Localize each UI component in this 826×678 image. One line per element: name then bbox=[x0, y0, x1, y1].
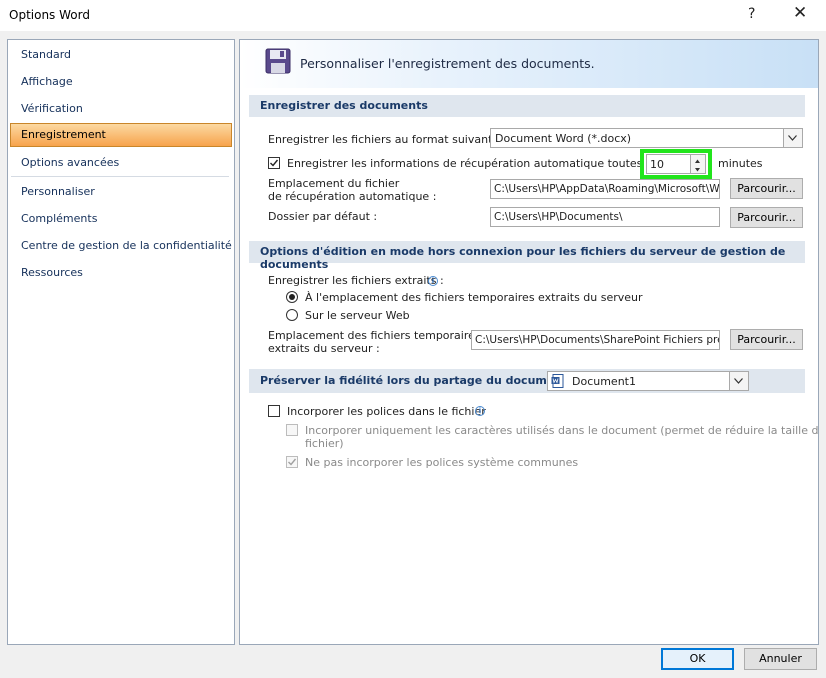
title-bar bbox=[0, 0, 826, 31]
checkmark-icon bbox=[288, 458, 297, 466]
drafts-location-label-2: extraits du serveur : bbox=[268, 342, 380, 355]
no-system-fonts-checkbox[interactable] bbox=[286, 456, 298, 468]
default-folder-value: C:\Users\HP\Documents\ bbox=[494, 211, 623, 223]
floppy-disk-icon bbox=[265, 48, 291, 74]
options-panel: Personnaliser l'enregistrement des docum… bbox=[239, 39, 819, 645]
embed-used-chars-label: Incorporer uniquement les caractères uti… bbox=[305, 424, 819, 437]
fidelity-document-value: Document1 bbox=[572, 375, 636, 388]
radio-web-server-label: Sur le serveur Web bbox=[305, 309, 410, 322]
sidebar-item-addins[interactable]: Compléments bbox=[21, 212, 97, 225]
help-icon[interactable]: ? bbox=[748, 6, 755, 22]
autorecover-label: Enregistrer les informations de récupéra… bbox=[287, 157, 662, 170]
autorecover-minutes-value: 10 bbox=[650, 158, 664, 171]
autorecover-location-input[interactable]: C:\Users\HP\AppData\Roaming\Microsoft\W bbox=[490, 179, 720, 199]
info-icon: i bbox=[428, 276, 438, 286]
section-title: Enregistrer des documents bbox=[260, 99, 428, 112]
banner-title: Personnaliser l'enregistrement des docum… bbox=[300, 56, 595, 71]
sidebar-divider bbox=[11, 176, 229, 177]
panel-banner: Personnaliser l'enregistrement des docum… bbox=[240, 40, 818, 88]
sidebar-item-customize[interactable]: Personnaliser bbox=[21, 185, 95, 198]
save-format-label: Enregistrer les fichiers au format suiva… bbox=[268, 133, 500, 146]
save-format-value: Document Word (*.docx) bbox=[495, 132, 632, 145]
info-icon: i bbox=[475, 406, 485, 416]
browse-default-folder-button[interactable]: Parcourir... bbox=[730, 207, 803, 228]
default-folder-input[interactable]: C:\Users\HP\Documents\ bbox=[490, 207, 720, 227]
sidebar-item-standard[interactable]: Standard bbox=[21, 48, 71, 61]
chevron-down-icon[interactable] bbox=[729, 372, 748, 390]
fidelity-document-dropdown[interactable]: Document1 bbox=[547, 371, 749, 391]
drafts-location-value: C:\Users\HP\Documents\SharePoint Fichier… bbox=[475, 334, 720, 346]
section-header-offline: Options d'édition en mode hors connexion… bbox=[249, 241, 805, 271]
save-format-dropdown[interactable]: Document Word (*.docx) bbox=[490, 128, 803, 148]
cancel-button[interactable]: Annuler bbox=[744, 648, 817, 670]
sidebar-item-label: Enregistrement bbox=[21, 128, 106, 141]
sidebar: Standard Affichage Vérification Enregist… bbox=[7, 39, 235, 645]
autorecover-location-label: Emplacement du fichier bbox=[268, 177, 400, 190]
radio-local-temp[interactable] bbox=[286, 291, 298, 303]
autorecover-minutes-highlight: 10 bbox=[640, 149, 712, 179]
sidebar-item-display[interactable]: Affichage bbox=[21, 75, 73, 88]
section-header-save: Enregistrer des documents bbox=[249, 95, 805, 117]
sidebar-item-save[interactable]: Enregistrement bbox=[10, 123, 232, 147]
section-title: Options d'édition en mode hors connexion… bbox=[260, 245, 786, 271]
autorecover-minutes-spinner[interactable]: 10 bbox=[646, 154, 706, 174]
autorecover-checkbox[interactable] bbox=[268, 157, 280, 169]
browse-autorecover-button[interactable]: Parcourir... bbox=[730, 178, 803, 199]
default-folder-label: Dossier par défaut : bbox=[268, 210, 378, 223]
embed-used-chars-checkbox[interactable] bbox=[286, 424, 298, 436]
save-checked-out-label: Enregistrer les fichiers extraits : bbox=[268, 274, 444, 287]
embed-used-chars-label-2: fichier) bbox=[305, 437, 344, 450]
spin-down-icon[interactable] bbox=[690, 164, 705, 173]
chevron-down-icon[interactable] bbox=[783, 129, 802, 147]
section-title: Préserver la fidélité lors du partage du… bbox=[260, 374, 576, 387]
embed-fonts-checkbox[interactable] bbox=[268, 405, 280, 417]
window-title: Options Word bbox=[9, 8, 90, 22]
autorecover-location-value: C:\Users\HP\AppData\Roaming\Microsoft\W bbox=[494, 183, 720, 195]
sidebar-item-resources[interactable]: Ressources bbox=[21, 266, 83, 279]
drafts-location-input[interactable]: C:\Users\HP\Documents\SharePoint Fichier… bbox=[471, 330, 720, 350]
sidebar-item-trust-center[interactable]: Centre de gestion de la confidentialité bbox=[21, 239, 232, 252]
drafts-location-label: Emplacement des fichiers temporaires bbox=[268, 329, 481, 342]
word-document-icon bbox=[551, 374, 564, 388]
browse-drafts-button[interactable]: Parcourir... bbox=[730, 329, 803, 350]
close-icon[interactable]: ✕ bbox=[793, 3, 807, 23]
checkmark-icon bbox=[270, 159, 279, 167]
radio-selected-dot bbox=[289, 294, 295, 300]
ok-button[interactable]: OK bbox=[661, 648, 734, 670]
embed-fonts-label: Incorporer les polices dans le fichier bbox=[287, 405, 486, 418]
sidebar-item-advanced[interactable]: Options avancées bbox=[21, 156, 119, 169]
autorecover-location-label-2: de récupération automatique : bbox=[268, 190, 437, 203]
minutes-label: minutes bbox=[718, 157, 763, 170]
no-system-fonts-label: Ne pas incorporer les polices système co… bbox=[305, 456, 579, 469]
radio-web-server[interactable] bbox=[286, 309, 298, 321]
sidebar-item-proofing[interactable]: Vérification bbox=[21, 102, 83, 115]
radio-local-temp-label: À l'emplacement des fichiers temporaires… bbox=[305, 291, 643, 304]
